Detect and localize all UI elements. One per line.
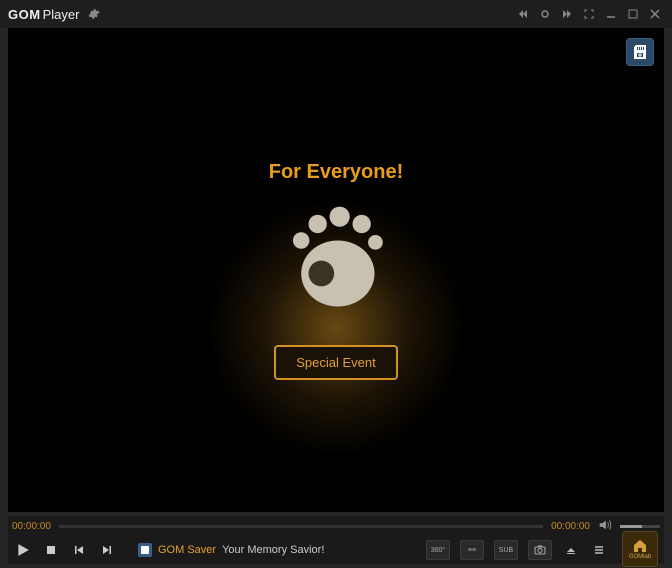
title-bar: GOM Player [0, 0, 672, 28]
speed-reset-icon[interactable] [536, 5, 554, 23]
maximize-icon[interactable] [624, 5, 642, 23]
speed-down-icon[interactable] [514, 5, 532, 23]
stop-button[interactable] [42, 541, 60, 559]
open-file-button[interactable] [562, 541, 580, 559]
playlist-button[interactable] [590, 541, 608, 559]
promo-tail: Your Memory Savior! [222, 544, 324, 556]
paw-logo-icon [281, 202, 391, 317]
control-bar: GOM Saver Your Memory Savior! 360° ≡≡ SU… [8, 536, 664, 564]
speed-up-icon[interactable] [558, 5, 576, 23]
previous-button[interactable] [70, 541, 88, 559]
app-logo[interactable]: GOM Player [8, 7, 79, 22]
tagline: For Everyone! [269, 161, 403, 184]
gomlab-button[interactable]: GOMlab [622, 531, 658, 567]
promo-area[interactable]: GOM Saver Your Memory Savior! [138, 543, 324, 557]
close-icon[interactable] [646, 5, 664, 23]
effects-button[interactable]: ≡≡ [460, 540, 484, 560]
logo-prefix: GOM [8, 7, 41, 22]
logo-suffix: Player [43, 7, 80, 22]
360-button[interactable]: 360° [426, 540, 450, 560]
total-time: 00:00:00 [551, 521, 590, 532]
volume-slider[interactable] [620, 525, 660, 528]
gomlab-label: GOMlab [629, 554, 651, 560]
special-event-button[interactable]: Special Event [274, 345, 398, 380]
window-controls [514, 5, 664, 23]
promo-lead: GOM Saver [158, 544, 216, 556]
fullscreen-icon[interactable] [580, 5, 598, 23]
next-button[interactable] [98, 541, 116, 559]
gear-icon[interactable] [87, 7, 101, 21]
sd-card-icon[interactable] [626, 38, 654, 66]
elapsed-time: 00:00:00 [12, 521, 51, 532]
play-button[interactable] [14, 541, 32, 559]
time-bar: 00:00:00 00:00:00 [8, 516, 664, 536]
progress-slider[interactable] [59, 525, 543, 528]
screenshot-button[interactable] [528, 540, 552, 560]
video-area[interactable]: For Everyone! Special Event [8, 28, 664, 512]
promo-icon [138, 543, 152, 557]
minimize-icon[interactable] [602, 5, 620, 23]
subtitle-button[interactable]: SUB [494, 540, 518, 560]
volume-icon[interactable] [598, 518, 612, 535]
